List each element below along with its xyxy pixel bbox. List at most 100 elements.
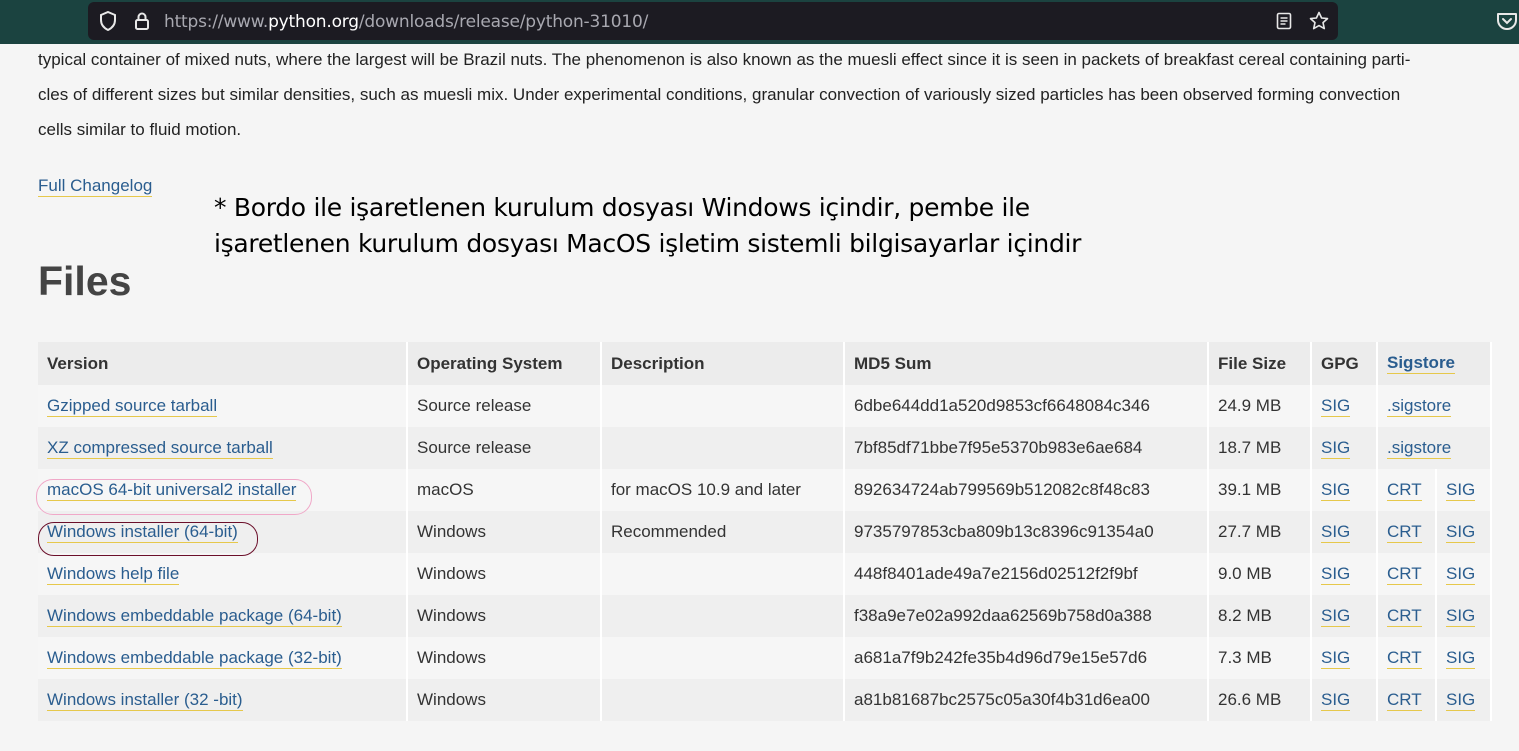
sigstore-crt-link[interactable]: CRT <box>1387 648 1422 669</box>
cell-os: Windows <box>407 511 602 553</box>
cell-md5: 6dbe644dd1a520d9853cf6648084c346 <box>844 385 1209 427</box>
address-bar[interactable]: https://www.python.org/downloads/release… <box>88 2 1338 40</box>
url-text[interactable]: https://www.python.org/downloads/release… <box>164 12 648 32</box>
version-link[interactable]: Windows installer (64-bit) <box>47 522 238 543</box>
cell-file-size: 27.7 MB <box>1208 511 1312 553</box>
cell-version: XZ compressed source tarball <box>38 427 408 469</box>
cell-version: Windows installer (64-bit) <box>38 511 408 553</box>
cell-sigstore-crt: CRT <box>1377 595 1437 637</box>
cell-gpg: SIG <box>1311 595 1378 637</box>
cell-file-size: 7.3 MB <box>1208 637 1312 679</box>
version-link[interactable]: Windows help file <box>47 564 180 585</box>
cell-version: Windows help file <box>38 553 408 595</box>
gpg-sig-link[interactable]: SIG <box>1321 564 1351 585</box>
os-text: Source release <box>417 396 532 415</box>
cell-description <box>601 427 845 469</box>
reader-view-icon[interactable] <box>1274 11 1294 31</box>
md5-text: 448f8401ade49a7e2156d02512f2f9bf <box>854 564 1138 583</box>
table-row: Windows help file Windows 448f8401ade49a7e… <box>38 553 1492 595</box>
cell-version: Windows embeddable package (64-bit) <box>38 595 408 637</box>
sigstore-crt-link[interactable]: CRT <box>1387 522 1422 543</box>
md5-text: 9735797853cba809b13c8396c91354a0 <box>854 522 1154 541</box>
cell-md5: 892634724ab799569b512082c8f48c83 <box>844 469 1209 511</box>
cell-file-size: 8.2 MB <box>1208 595 1312 637</box>
files-heading: Files <box>38 258 132 304</box>
sigstore-bundle-link[interactable]: .sigstore <box>1387 396 1452 417</box>
full-changelog-link[interactable]: Full Changelog <box>38 175 153 197</box>
md5-text: 6dbe644dd1a520d9853cf6648084c346 <box>854 396 1150 415</box>
annotation-note: * Bordo ile işaretlenen kurulum dosyası … <box>214 190 1081 262</box>
version-link[interactable]: Windows installer (32 -bit) <box>47 690 243 711</box>
md5-text: 892634724ab799569b512082c8f48c83 <box>854 480 1150 499</box>
header-version: Version <box>38 342 408 385</box>
pocket-icon[interactable] <box>1496 11 1518 31</box>
cell-file-size: 39.1 MB <box>1208 469 1312 511</box>
cell-sigstore-sig: SIG <box>1436 637 1492 679</box>
cell-sigstore: .sigstore <box>1377 427 1492 469</box>
version-link[interactable]: Gzipped source tarball <box>47 396 218 417</box>
file-size-text: 18.7 MB <box>1218 438 1282 457</box>
shield-icon[interactable] <box>98 11 118 31</box>
gpg-sig-link[interactable]: SIG <box>1321 522 1351 543</box>
cell-sigstore-crt: CRT <box>1377 679 1437 721</box>
version-link[interactable]: Windows embeddable package (32-bit) <box>47 648 342 669</box>
cell-gpg: SIG <box>1311 679 1378 721</box>
sigstore-header-link[interactable]: Sigstore <box>1387 353 1456 374</box>
sigstore-sig-link[interactable]: SIG <box>1446 522 1476 543</box>
cell-sigstore-crt: CRT <box>1377 637 1437 679</box>
gpg-sig-link[interactable]: SIG <box>1321 690 1351 711</box>
version-link[interactable]: Windows embeddable package (64-bit) <box>47 606 342 627</box>
cell-description: for macOS 10.9 and later <box>601 469 845 511</box>
cell-description <box>601 679 845 721</box>
sigstore-bundle-link[interactable]: .sigstore <box>1387 438 1452 459</box>
version-link[interactable]: macOS 64-bit universal2 installer <box>47 480 297 501</box>
lock-icon[interactable] <box>132 11 152 31</box>
description-text: for macOS 10.9 and later <box>611 480 801 499</box>
sigstore-sig-link[interactable]: SIG <box>1446 480 1476 501</box>
cell-version: Gzipped source tarball <box>38 385 408 427</box>
file-size-text: 26.6 MB <box>1218 690 1282 709</box>
cell-description <box>601 385 845 427</box>
sigstore-sig-link[interactable]: SIG <box>1446 648 1476 669</box>
gpg-sig-link[interactable]: SIG <box>1321 606 1351 627</box>
url-path: /downloads/release/python-31010/ <box>358 12 649 32</box>
sigstore-sig-link[interactable]: SIG <box>1446 606 1476 627</box>
header-file-size: File Size <box>1208 342 1312 385</box>
sigstore-sig-link[interactable]: SIG <box>1446 564 1476 585</box>
cell-sigstore-crt: CRT <box>1377 511 1437 553</box>
header-sigstore[interactable]: Sigstore <box>1377 342 1492 385</box>
sigstore-crt-link[interactable]: CRT <box>1387 564 1422 585</box>
md5-text: f38a9e7e02a992daa62569b758d0a388 <box>854 606 1152 625</box>
gpg-sig-link[interactable]: SIG <box>1321 438 1351 459</box>
files-table: Version Operating System Description MD5… <box>38 342 1492 721</box>
bookmark-star-icon[interactable] <box>1309 11 1329 31</box>
table-row: Windows installer (64-bit) Windows Recomme… <box>38 511 1492 553</box>
sigstore-sig-link[interactable]: SIG <box>1446 690 1476 711</box>
sigstore-crt-link[interactable]: CRT <box>1387 480 1422 501</box>
table-row: macOS 64-bit universal2 installer macOS fo… <box>38 469 1492 511</box>
sigstore-crt-link[interactable]: CRT <box>1387 606 1422 627</box>
sigstore-crt-link[interactable]: CRT <box>1387 690 1422 711</box>
gpg-sig-link[interactable]: SIG <box>1321 648 1351 669</box>
paragraph-line: cles of different sizes but similar dens… <box>38 85 1401 104</box>
version-link[interactable]: XZ compressed source tarball <box>47 438 273 459</box>
cell-file-size: 26.6 MB <box>1208 679 1312 721</box>
os-text: macOS <box>417 480 474 499</box>
file-size-text: 7.3 MB <box>1218 648 1272 667</box>
os-text: Windows <box>417 606 486 625</box>
paragraph-line: typical container of mixed nuts, where t… <box>38 50 1411 69</box>
cell-os: Windows <box>407 553 602 595</box>
cell-md5: 448f8401ade49a7e2156d02512f2f9bf <box>844 553 1209 595</box>
md5-text: 7bf85df71bbe7f95e5370b983e6ae684 <box>854 438 1143 457</box>
file-size-text: 39.1 MB <box>1218 480 1282 499</box>
cell-os: Source release <box>407 385 602 427</box>
gpg-sig-link[interactable]: SIG <box>1321 480 1351 501</box>
md5-text: a681a7f9b242fe35b4d96d79e15e57d6 <box>854 648 1148 667</box>
header-description: Description <box>601 342 845 385</box>
file-size-text: 27.7 MB <box>1218 522 1282 541</box>
cell-os: Windows <box>407 679 602 721</box>
gpg-sig-link[interactable]: SIG <box>1321 396 1351 417</box>
cell-sigstore-sig: SIG <box>1436 595 1492 637</box>
cell-file-size: 9.0 MB <box>1208 553 1312 595</box>
os-text: Source release <box>417 438 532 457</box>
